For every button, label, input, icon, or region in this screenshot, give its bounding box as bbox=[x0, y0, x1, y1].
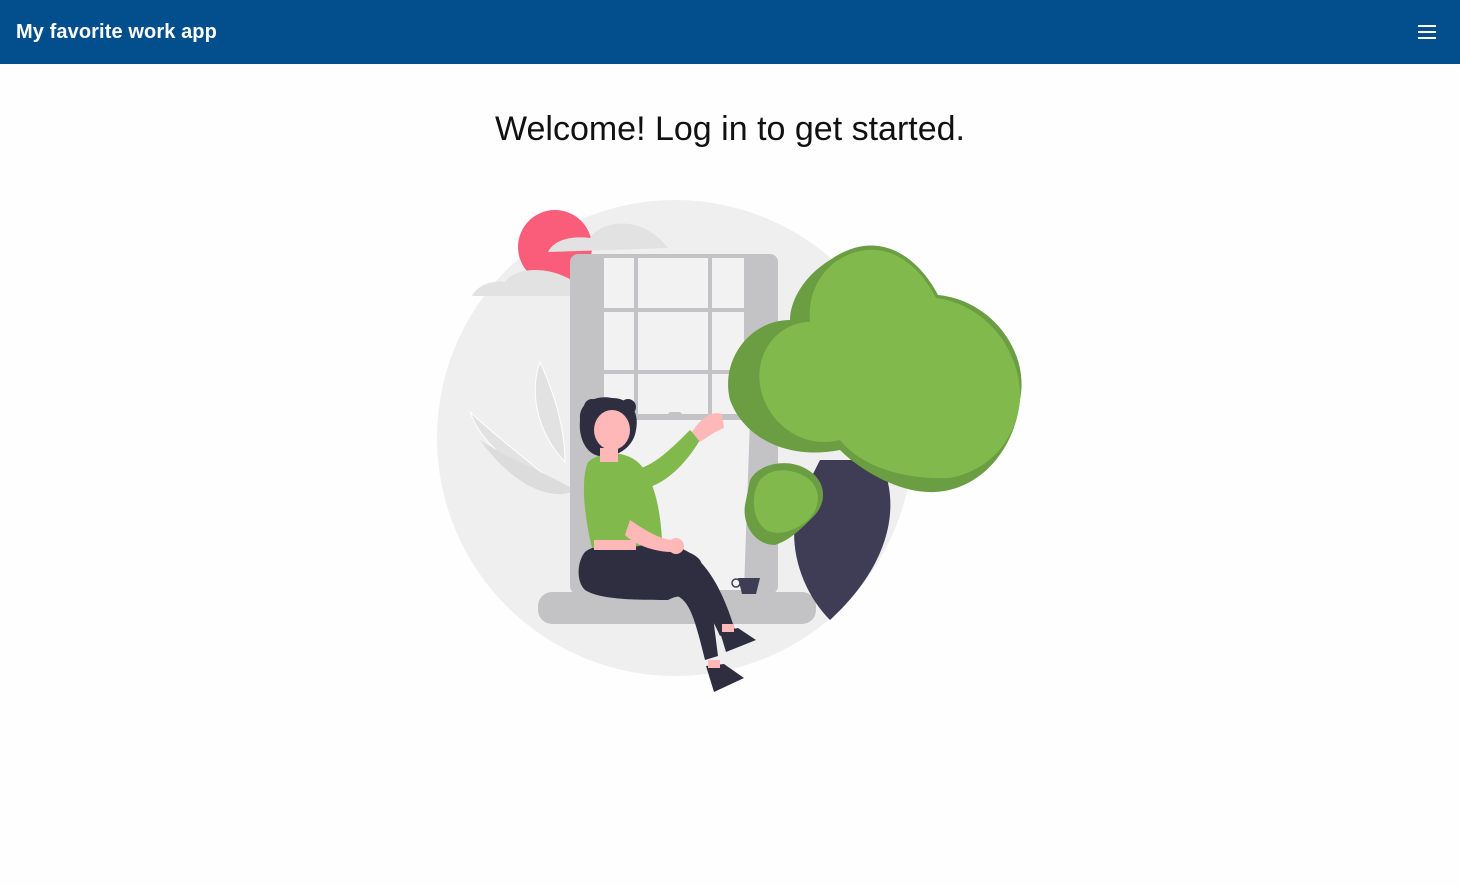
woman-face bbox=[594, 410, 630, 450]
hamburger-menu-icon bbox=[1418, 25, 1436, 39]
menu-button[interactable] bbox=[1408, 12, 1448, 52]
shoe-icon bbox=[706, 664, 744, 692]
window-sill bbox=[538, 592, 816, 624]
welcome-heading: Welcome! Log in to get started. bbox=[495, 110, 965, 148]
app-bar: My favorite work app bbox=[0, 0, 1460, 64]
woman-sitting-at-window-illustration bbox=[437, 200, 1022, 692]
app-title: My favorite work app bbox=[16, 20, 217, 43]
main-content: Welcome! Log in to get started. bbox=[0, 64, 1460, 886]
